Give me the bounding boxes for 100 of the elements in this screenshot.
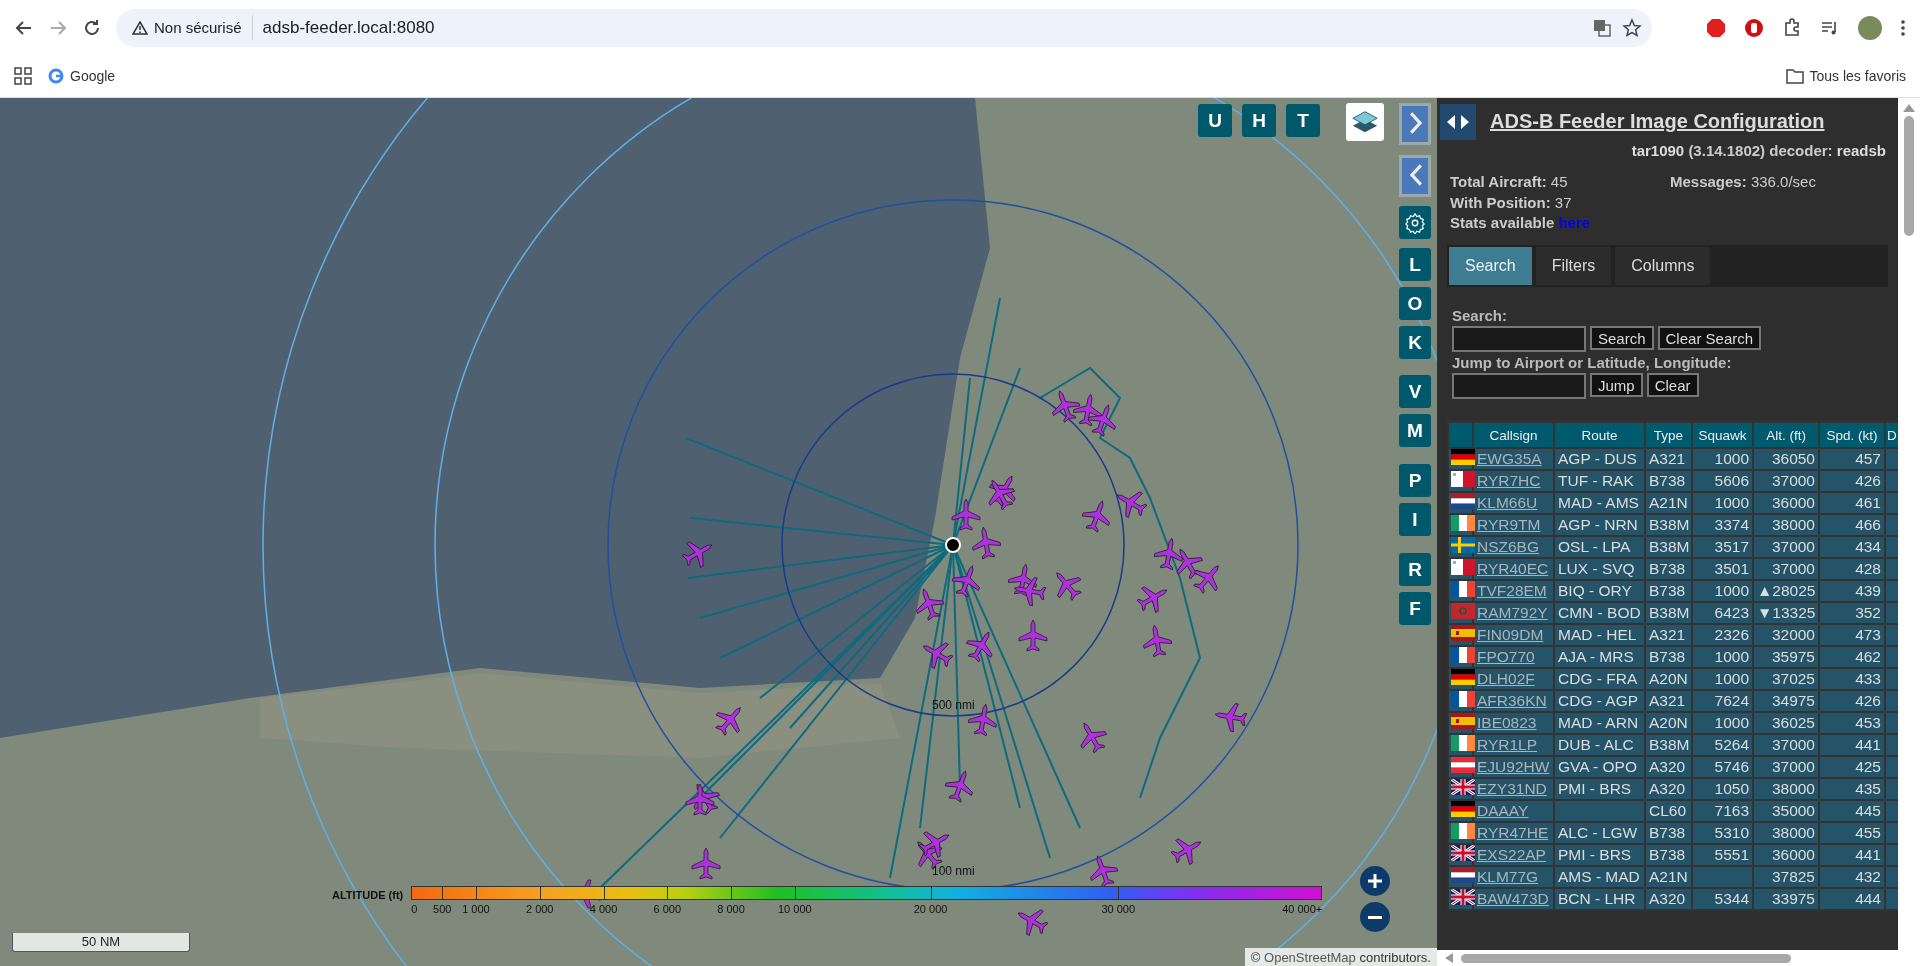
callsign-link[interactable]: RYR1LP xyxy=(1477,736,1538,753)
jump-field[interactable] xyxy=(1452,373,1586,399)
version-line: tar1090 (3.14.1802) decoder: readsb xyxy=(1630,142,1887,159)
tab[interactable]: Columns xyxy=(1615,247,1711,285)
apps-grid-icon[interactable] xyxy=(14,67,32,85)
callsign-link[interactable]: IBE0823 xyxy=(1477,714,1537,731)
callsign-link[interactable]: DAAAY xyxy=(1477,802,1529,819)
decoder-link[interactable]: readsb xyxy=(1836,142,1886,159)
map-mode-button[interactable]: H xyxy=(1242,104,1276,137)
map-toggle-button[interactable]: L xyxy=(1399,248,1431,281)
callsign-link[interactable]: EZY31ND xyxy=(1477,780,1547,797)
callsign-link[interactable]: DLH02F xyxy=(1477,670,1535,687)
scroll-up-icon[interactable] xyxy=(1903,104,1915,112)
callsign-link[interactable]: AFR36KN xyxy=(1477,692,1547,709)
previous-button[interactable] xyxy=(1399,155,1431,197)
security-chip[interactable]: Non sécurisé xyxy=(128,15,253,40)
jump-label: Jump to Airport or Latitude, Longitude: xyxy=(1452,354,1733,371)
app-link[interactable]: tar1090 xyxy=(1631,142,1685,159)
callsign-link[interactable]: RYR9TM xyxy=(1477,516,1541,533)
search-field[interactable] xyxy=(1452,326,1586,352)
legend-tick: 10 000 xyxy=(777,903,812,915)
map-toggle-button[interactable]: P xyxy=(1399,464,1431,497)
legend-tick: 2 000 xyxy=(525,903,554,915)
callsign-link[interactable]: KLM77G xyxy=(1477,868,1539,885)
all-bookmarks[interactable]: Tous les favoris xyxy=(1785,68,1906,84)
menu-icon[interactable] xyxy=(1900,18,1906,37)
settings-button[interactable] xyxy=(1399,206,1431,239)
map-mode-button[interactable]: T xyxy=(1286,104,1320,137)
chevron-right-icon xyxy=(1408,109,1424,136)
plus-icon xyxy=(1366,872,1384,890)
folder-icon xyxy=(1785,68,1804,84)
jump-button[interactable]: Jump xyxy=(1590,373,1643,397)
column-header[interactable]: Callsign xyxy=(1473,422,1554,448)
callsign-link[interactable]: EJU92HW xyxy=(1477,758,1550,775)
scrollbar-thumb[interactable] xyxy=(1461,953,1791,963)
star-icon[interactable] xyxy=(1622,17,1642,38)
puzzle-icon[interactable] xyxy=(1782,17,1802,38)
next-button[interactable] xyxy=(1399,103,1431,145)
callsign-link[interactable]: FPO770 xyxy=(1477,648,1535,665)
minus-icon xyxy=(1368,915,1382,919)
legend-tick: 4 000 xyxy=(589,903,618,915)
legend-tick: 20 000 xyxy=(913,903,948,915)
settings-icon xyxy=(1404,211,1426,234)
callsign-link[interactable]: EXS22AP xyxy=(1477,846,1546,863)
tab[interactable]: Search xyxy=(1449,247,1532,285)
panel-toggle-button[interactable] xyxy=(1440,104,1476,140)
panel-title[interactable]: ADS-B Feeder Image Configuration xyxy=(1490,104,1825,133)
map-mode-button[interactable]: U xyxy=(1198,104,1232,137)
tab[interactable]: Filters xyxy=(1535,247,1612,285)
stats-text: Stats available here xyxy=(1449,213,1592,231)
layers-button[interactable] xyxy=(1346,103,1384,141)
callsign-link[interactable]: RYR7HC xyxy=(1477,472,1541,489)
stat-text: Messages: 336.0/sec xyxy=(1670,173,1817,190)
legend-tick: 8 000 xyxy=(717,903,745,915)
scroll-left-icon[interactable] xyxy=(1445,953,1453,963)
reload-icon[interactable] xyxy=(82,17,102,38)
callsign-link[interactable]: RYR40EC xyxy=(1477,560,1549,577)
stat-text: Total Aircraft: 45 xyxy=(1450,173,1569,190)
avatar[interactable] xyxy=(1858,15,1882,40)
search-label: Search: xyxy=(1452,307,1509,324)
translate-icon[interactable] xyxy=(1592,17,1612,38)
column-header[interactable]: Squawk xyxy=(1692,422,1753,448)
range-ring-label: 100 nmi xyxy=(932,864,975,878)
map-toggle-button[interactable]: R xyxy=(1399,553,1431,586)
chevron-left-icon xyxy=(1408,161,1424,188)
callsign-link[interactable]: NSZ6BG xyxy=(1477,538,1539,555)
map-attribution: © OpenStreetMap contributors. xyxy=(1244,948,1437,966)
url-field[interactable]: adsb-feeder.local:8080 xyxy=(262,17,1582,38)
warning-icon xyxy=(132,20,148,35)
legend-tick: 6 000 xyxy=(653,903,682,915)
legend-tick: 40 000+ xyxy=(1282,903,1323,915)
legend-tick: 500 xyxy=(433,903,452,915)
callsign-link[interactable]: EWG35A xyxy=(1477,450,1542,467)
g-logo-icon xyxy=(48,68,64,84)
callsign-link[interactable]: TVF28EM xyxy=(1477,582,1547,599)
bookmark[interactable]: Google xyxy=(48,68,116,84)
map-toggle-button[interactable]: V xyxy=(1399,375,1431,408)
column-header[interactable]: Alt. (ft) xyxy=(1753,422,1819,448)
jump-button[interactable]: Clear xyxy=(1646,373,1699,397)
search-button[interactable]: Search xyxy=(1590,326,1654,350)
legend-tick: 0 xyxy=(411,903,418,915)
map-toggle-button[interactable]: O xyxy=(1399,287,1431,320)
callsign-link[interactable]: RAM792Y xyxy=(1477,604,1548,621)
legend-tick: 30 000 xyxy=(1101,903,1136,915)
callsign-link[interactable]: KLM66U xyxy=(1477,494,1538,511)
scrollbar-thumb[interactable] xyxy=(1904,116,1914,236)
attribution-link[interactable]: OpenStreetMap xyxy=(1264,950,1356,965)
map-toggle-button[interactable]: M xyxy=(1399,414,1431,447)
callsign-link[interactable]: RYR47HE xyxy=(1477,824,1549,841)
search-button[interactable]: Clear Search xyxy=(1657,326,1762,350)
legend-tick: 1 000 xyxy=(462,903,490,915)
column-header[interactable]: Type xyxy=(1645,422,1692,448)
column-header[interactable]: Spd. (kt) xyxy=(1819,422,1885,448)
map-toggle-button[interactable]: I xyxy=(1399,503,1431,536)
scale-bar: 50 NM xyxy=(12,933,190,952)
column-header[interactable]: Route xyxy=(1554,422,1645,448)
callsign-link[interactable]: BAW473D xyxy=(1477,890,1549,907)
map-toggle-button[interactable]: F xyxy=(1399,592,1431,625)
map-toggle-button[interactable]: K xyxy=(1399,326,1431,359)
callsign-link[interactable]: FIN09DM xyxy=(1477,626,1544,643)
